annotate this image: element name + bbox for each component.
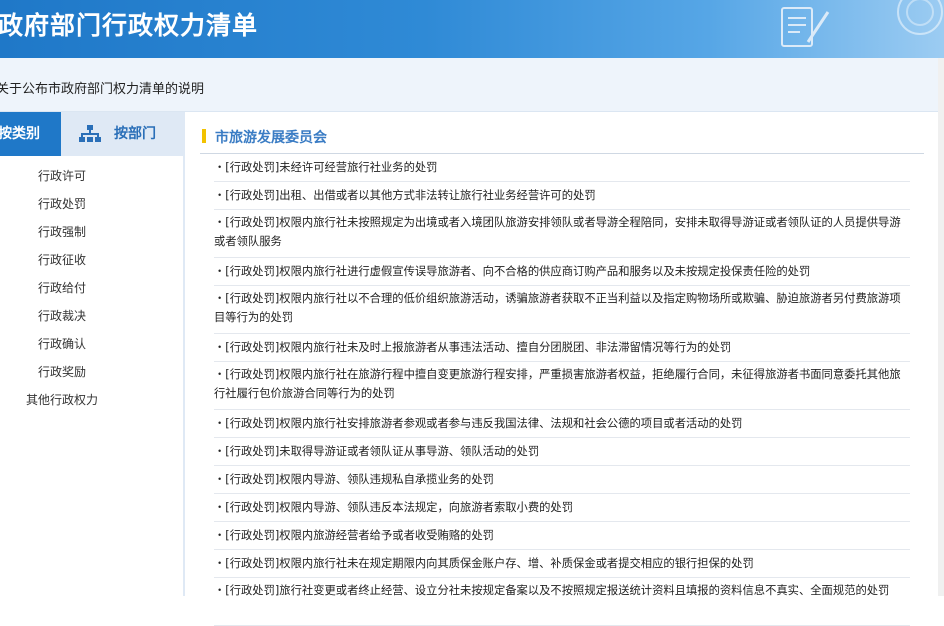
list-item[interactable]: ・[行政处罚]旅行社变更或者终止经营、设立分社未按规定备案以及不按照规定报送统计… bbox=[214, 578, 910, 626]
page-title: 政府部门行政权力清单 bbox=[0, 11, 259, 40]
nav-item-xingzheng-queren[interactable]: 行政确认 bbox=[0, 330, 183, 358]
org-chart-icon bbox=[79, 125, 101, 142]
nav-item-xingzheng-zhengshou[interactable]: 行政征收 bbox=[0, 246, 183, 274]
header-banner: 政府部门行政权力清单 bbox=[0, 0, 944, 58]
list-item[interactable]: ・[行政处罚]权限内旅游经营者给予或者收受贿赂的处罚 bbox=[214, 522, 910, 550]
list-item[interactable]: ・[行政处罚]权限内旅行社在旅游行程中擅自变更旅游行程安排，严重损害旅游者权益，… bbox=[214, 362, 910, 410]
list-item[interactable]: ・[行政处罚]未经许可经营旅行社业务的处罚 bbox=[214, 154, 910, 182]
nav-item-xingzheng-chufa[interactable]: 行政处罚 bbox=[0, 190, 183, 218]
tab-by-department-label: 按部门 bbox=[114, 126, 156, 142]
notice-bar: 关于公布市政府部门权力清单的说明 bbox=[0, 58, 944, 112]
list-item[interactable]: ・[行政处罚]权限内旅行社进行虚假宣传误导旅游者、向不合格的供应商订购产品和服务… bbox=[214, 258, 910, 286]
list-item[interactable]: ・[行政处罚]权限内导游、领队违规私自承揽业务的处罚 bbox=[214, 466, 910, 494]
list-item[interactable]: ・[行政处罚]权限内旅行社安排旅游者参观或者参与违反我国法律、法规和社会公德的项… bbox=[214, 410, 910, 438]
list-item[interactable]: ・[行政处罚]权限内旅行社以不合理的低价组织旅游活动，诱骗旅游者获取不正当利益以… bbox=[214, 286, 910, 334]
decorative-swirl-icon bbox=[897, 0, 943, 35]
tab-bar: 按类别 按部门 bbox=[0, 112, 183, 156]
page-scrollbar[interactable] bbox=[938, 58, 944, 596]
category-list: 行政许可 行政处罚 行政强制 行政征收 行政给付 行政裁决 行政确认 行政奖励 … bbox=[0, 162, 183, 414]
tab-by-category-label: 按类别 bbox=[0, 126, 40, 142]
nav-item-qita-xingzheng-quanli[interactable]: 其他行政权力 bbox=[0, 386, 183, 414]
list-item[interactable]: ・[行政处罚]权限内旅行社未在规定期限内向其质保金账户存、增、补质保金或者提交相… bbox=[214, 550, 910, 578]
section-title: 市旅游发展委员会 bbox=[215, 130, 327, 146]
nav-item-xingzheng-qiangzhi[interactable]: 行政强制 bbox=[0, 218, 183, 246]
list-item[interactable]: ・[行政处罚]权限内导游、领队违反本法规定，向旅游者索取小费的处罚 bbox=[214, 494, 910, 522]
list-item[interactable]: ・[行政处罚]权限内旅行社未及时上报旅游者从事违法活动、擅自分团脱团、非法滞留情… bbox=[214, 334, 910, 362]
main-content: 市旅游发展委员会 ・[行政处罚]未经许可经营旅行社业务的处罚 ・[行政处罚]出租… bbox=[200, 112, 924, 626]
nav-item-xingzheng-xuke[interactable]: 行政许可 bbox=[0, 162, 183, 190]
document-pen-icon bbox=[781, 7, 830, 47]
list-item[interactable]: ・[行政处罚]未取得导游证或者领队证从事导游、领队活动的处罚 bbox=[214, 438, 910, 466]
power-list: ・[行政处罚]未经许可经营旅行社业务的处罚 ・[行政处罚]出租、出借或者以其他方… bbox=[214, 154, 910, 626]
list-item[interactable]: ・[行政处罚]权限内旅行社未按照规定为出境或者入境团队旅游安排领队或者导游全程陪… bbox=[214, 210, 910, 258]
list-item[interactable]: ・[行政处罚]出租、出借或者以其他方式非法转让旅行社业务经营许可的处罚 bbox=[214, 182, 910, 210]
tab-by-category[interactable]: 按类别 bbox=[0, 112, 61, 156]
nav-divider bbox=[183, 112, 185, 596]
nav-item-xingzheng-geifu[interactable]: 行政给付 bbox=[0, 274, 183, 302]
tab-by-department[interactable]: 按部门 bbox=[61, 112, 183, 156]
nav-item-xingzheng-jiangli[interactable]: 行政奖励 bbox=[0, 358, 183, 386]
left-nav: 按类别 按部门 行政许可 行政处罚 行政强制 行政征收 行政给付 行政裁决 行政… bbox=[0, 112, 183, 596]
notice-link[interactable]: 关于公布市政府部门权力清单的说明 bbox=[0, 78, 204, 97]
section-marker bbox=[202, 129, 206, 143]
nav-item-xingzheng-caijue[interactable]: 行政裁决 bbox=[0, 302, 183, 330]
